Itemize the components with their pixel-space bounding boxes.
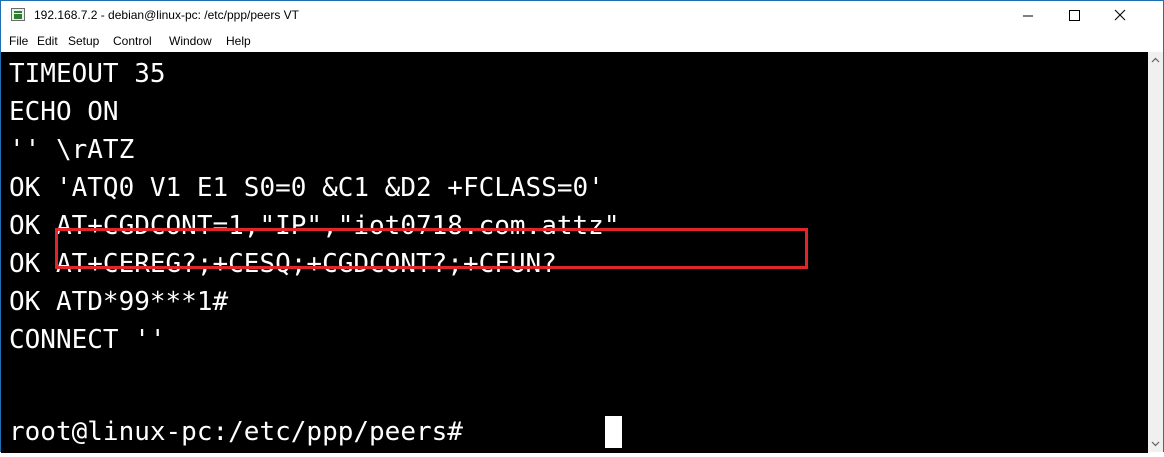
- scroll-down-button[interactable]: [1148, 435, 1163, 452]
- scroll-up-arrow-icon: [1151, 57, 1160, 63]
- menu-edit[interactable]: Edit: [37, 34, 58, 48]
- close-icon: [1114, 9, 1126, 21]
- minimize-icon: [1023, 15, 1033, 17]
- maximize-icon: [1069, 10, 1080, 21]
- menu-setup[interactable]: Setup: [68, 34, 99, 48]
- terminal-area[interactable]: TIMEOUT 35 ECHO ON '' \rATZ OK 'ATQ0 V1 …: [1, 52, 1148, 453]
- highlight-box: [55, 228, 808, 269]
- minimize-button[interactable]: [1005, 1, 1051, 30]
- menu-file[interactable]: File: [9, 34, 28, 48]
- terminal-line: ECHO ON: [9, 97, 119, 127]
- terminal-line: OK ATD*99***1#: [9, 287, 229, 317]
- terminal-line: '' \rATZ: [9, 135, 135, 165]
- menu-help[interactable]: Help: [226, 34, 251, 48]
- terminal-line: TIMEOUT 35: [9, 59, 166, 89]
- menu-control[interactable]: Control: [113, 34, 152, 48]
- terminal-line: CONNECT '': [9, 325, 166, 355]
- window-title: 192.168.7.2 - debian@linux-pc: /etc/ppp/…: [34, 8, 300, 22]
- scroll-up-button[interactable]: [1148, 52, 1163, 69]
- close-button[interactable]: [1097, 1, 1143, 30]
- app-icon[interactable]: [11, 8, 25, 21]
- terminal-prompt: root@linux-pc:/etc/ppp/peers#: [9, 417, 479, 447]
- title-bar[interactable]: 192.168.7.2 - debian@linux-pc: /etc/ppp/…: [1, 1, 1163, 30]
- vertical-scrollbar[interactable]: [1148, 52, 1163, 452]
- maximize-button[interactable]: [1051, 1, 1097, 30]
- menu-bar: File Edit Setup Control Window Help: [1, 30, 1163, 52]
- terminal-line: OK 'ATQ0 V1 E1 S0=0 &C1 &D2 +FCLASS=0': [9, 173, 604, 203]
- terminal-cursor: [605, 416, 622, 448]
- scroll-down-arrow-icon: [1151, 441, 1160, 447]
- terminal-window: 192.168.7.2 - debian@linux-pc: /etc/ppp/…: [0, 0, 1164, 453]
- menu-window[interactable]: Window: [169, 34, 212, 48]
